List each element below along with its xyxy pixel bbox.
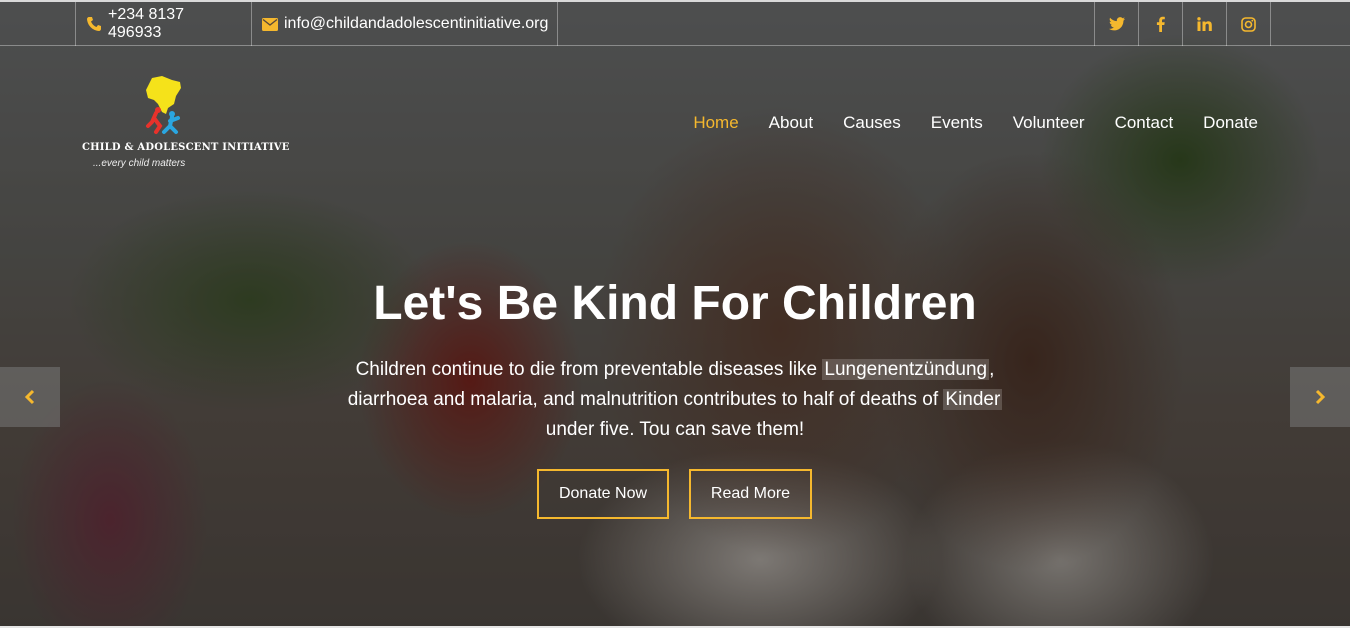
linkedin-icon[interactable] xyxy=(1182,2,1226,46)
nav-item-events[interactable]: Events xyxy=(931,113,983,133)
email-contact[interactable]: info@childandadolescentinitiative.org xyxy=(251,2,558,46)
hero-text-part-1: Children continue to die from preventabl… xyxy=(355,359,823,380)
nav-item-causes[interactable]: Causes xyxy=(843,113,901,133)
donate-now-button[interactable]: Donate Now xyxy=(537,469,669,519)
highlighted-word-kinder: Kinder xyxy=(943,389,1003,410)
slider-prev-button[interactable] xyxy=(0,367,60,427)
phone-icon xyxy=(86,16,102,32)
instagram-icon[interactable] xyxy=(1226,2,1271,46)
nav-item-about[interactable]: About xyxy=(769,113,813,133)
hero-description: Children continue to die from preventabl… xyxy=(325,355,1025,445)
slider-next-button[interactable] xyxy=(1290,367,1350,427)
chevron-left-icon xyxy=(24,389,35,405)
envelope-icon xyxy=(262,17,278,31)
top-bar: +234 8137 496933 info@childandadolescent… xyxy=(0,0,1350,46)
hero-text-part-3: under five. Tou can save them! xyxy=(545,419,805,440)
nav-item-donate[interactable]: Donate xyxy=(1203,113,1258,133)
phone-number: +234 8137 496933 xyxy=(108,6,185,41)
phone-contact[interactable]: +234 8137 496933 xyxy=(75,2,251,46)
africa-logo-icon xyxy=(146,76,181,134)
email-address: info@childandadolescentinitiative.org xyxy=(284,15,549,32)
read-more-button[interactable]: Read More xyxy=(689,469,812,519)
main-nav: Home About Causes Events Volunteer Conta… xyxy=(693,113,1258,133)
hero-slider: +234 8137 496933 info@childandadolescent… xyxy=(0,0,1350,628)
nav-item-contact[interactable]: Contact xyxy=(1115,113,1174,133)
logo-tagline: ...every child matters xyxy=(93,158,186,169)
site-logo[interactable]: CHILD & ADOLESCENT INITIATIVE ...every c… xyxy=(82,74,289,178)
nav-item-volunteer[interactable]: Volunteer xyxy=(1013,113,1085,133)
facebook-icon[interactable] xyxy=(1138,2,1182,46)
logo-name: CHILD & ADOLESCENT INITIATIVE xyxy=(82,142,290,153)
highlighted-word-lungenentzundung: Lungenentzündung xyxy=(822,359,990,380)
hero-title: Let's Be Kind For Children xyxy=(373,277,977,330)
twitter-icon[interactable] xyxy=(1094,2,1138,46)
chevron-right-icon xyxy=(1315,389,1326,405)
nav-item-home[interactable]: Home xyxy=(693,113,738,133)
social-links xyxy=(1094,2,1271,46)
